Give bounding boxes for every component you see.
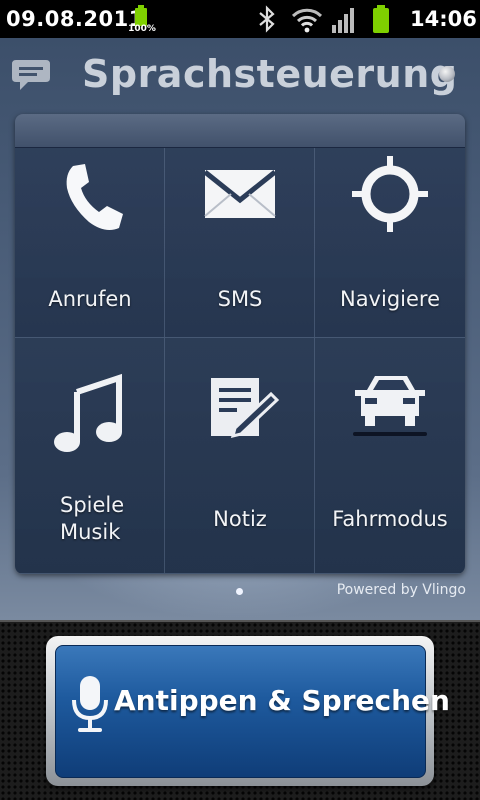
command-navigate-label: Navigiere — [339, 287, 441, 311]
command-note-label: Notiz — [213, 507, 267, 531]
command-call-label: Anrufen — [48, 287, 132, 311]
title-bar: Sprachsteuerung — [0, 38, 480, 116]
envelope-icon — [203, 170, 277, 218]
command-navigate[interactable]: Navigiere — [315, 148, 465, 338]
grid-header-bar — [15, 114, 465, 148]
battery-icon — [373, 5, 389, 33]
command-drive-mode-label: Fahrmodus — [332, 507, 448, 531]
page-title: Sprachsteuerung — [82, 52, 458, 96]
status-time: 14:06 — [410, 7, 477, 31]
small-battery-label: 100% — [128, 24, 156, 34]
status-bar: 09.08.2011 100% 14:06 — [0, 0, 480, 38]
command-note[interactable]: Notiz — [165, 338, 315, 574]
command-sms[interactable]: SMS — [165, 148, 315, 338]
command-drive-mode[interactable]: Fahrmodus — [315, 338, 465, 574]
battery-small-icon: 100% — [128, 4, 156, 34]
music-note-icon — [54, 373, 122, 452]
note-icon — [211, 378, 280, 439]
command-sms-label: SMS — [217, 287, 263, 311]
page-indicator-dot — [236, 588, 243, 595]
bluetooth-icon — [259, 5, 275, 33]
crosshair-icon — [352, 156, 428, 232]
phone-icon — [66, 164, 123, 230]
command-grid: Anrufen SMS Navigiere Spiele Musik Notiz… — [15, 114, 465, 574]
powered-by-label: Powered by Vlingo — [336, 582, 466, 598]
status-indicator-dot — [439, 66, 455, 82]
chat-bubble-icon — [12, 60, 50, 90]
command-play-music[interactable]: Spiele Musik — [15, 338, 165, 574]
status-date: 09.08.2011 — [6, 7, 144, 31]
signal-icon — [332, 8, 354, 33]
tap-and-speak-button[interactable]: Antippen & Sprechen — [55, 645, 450, 778]
car-icon — [353, 376, 427, 436]
tap-and-speak-label: Antippen & Sprechen — [114, 684, 450, 717]
command-call[interactable]: Anrufen — [15, 148, 165, 338]
microphone-icon — [72, 676, 108, 732]
wifi-icon — [291, 8, 323, 33]
